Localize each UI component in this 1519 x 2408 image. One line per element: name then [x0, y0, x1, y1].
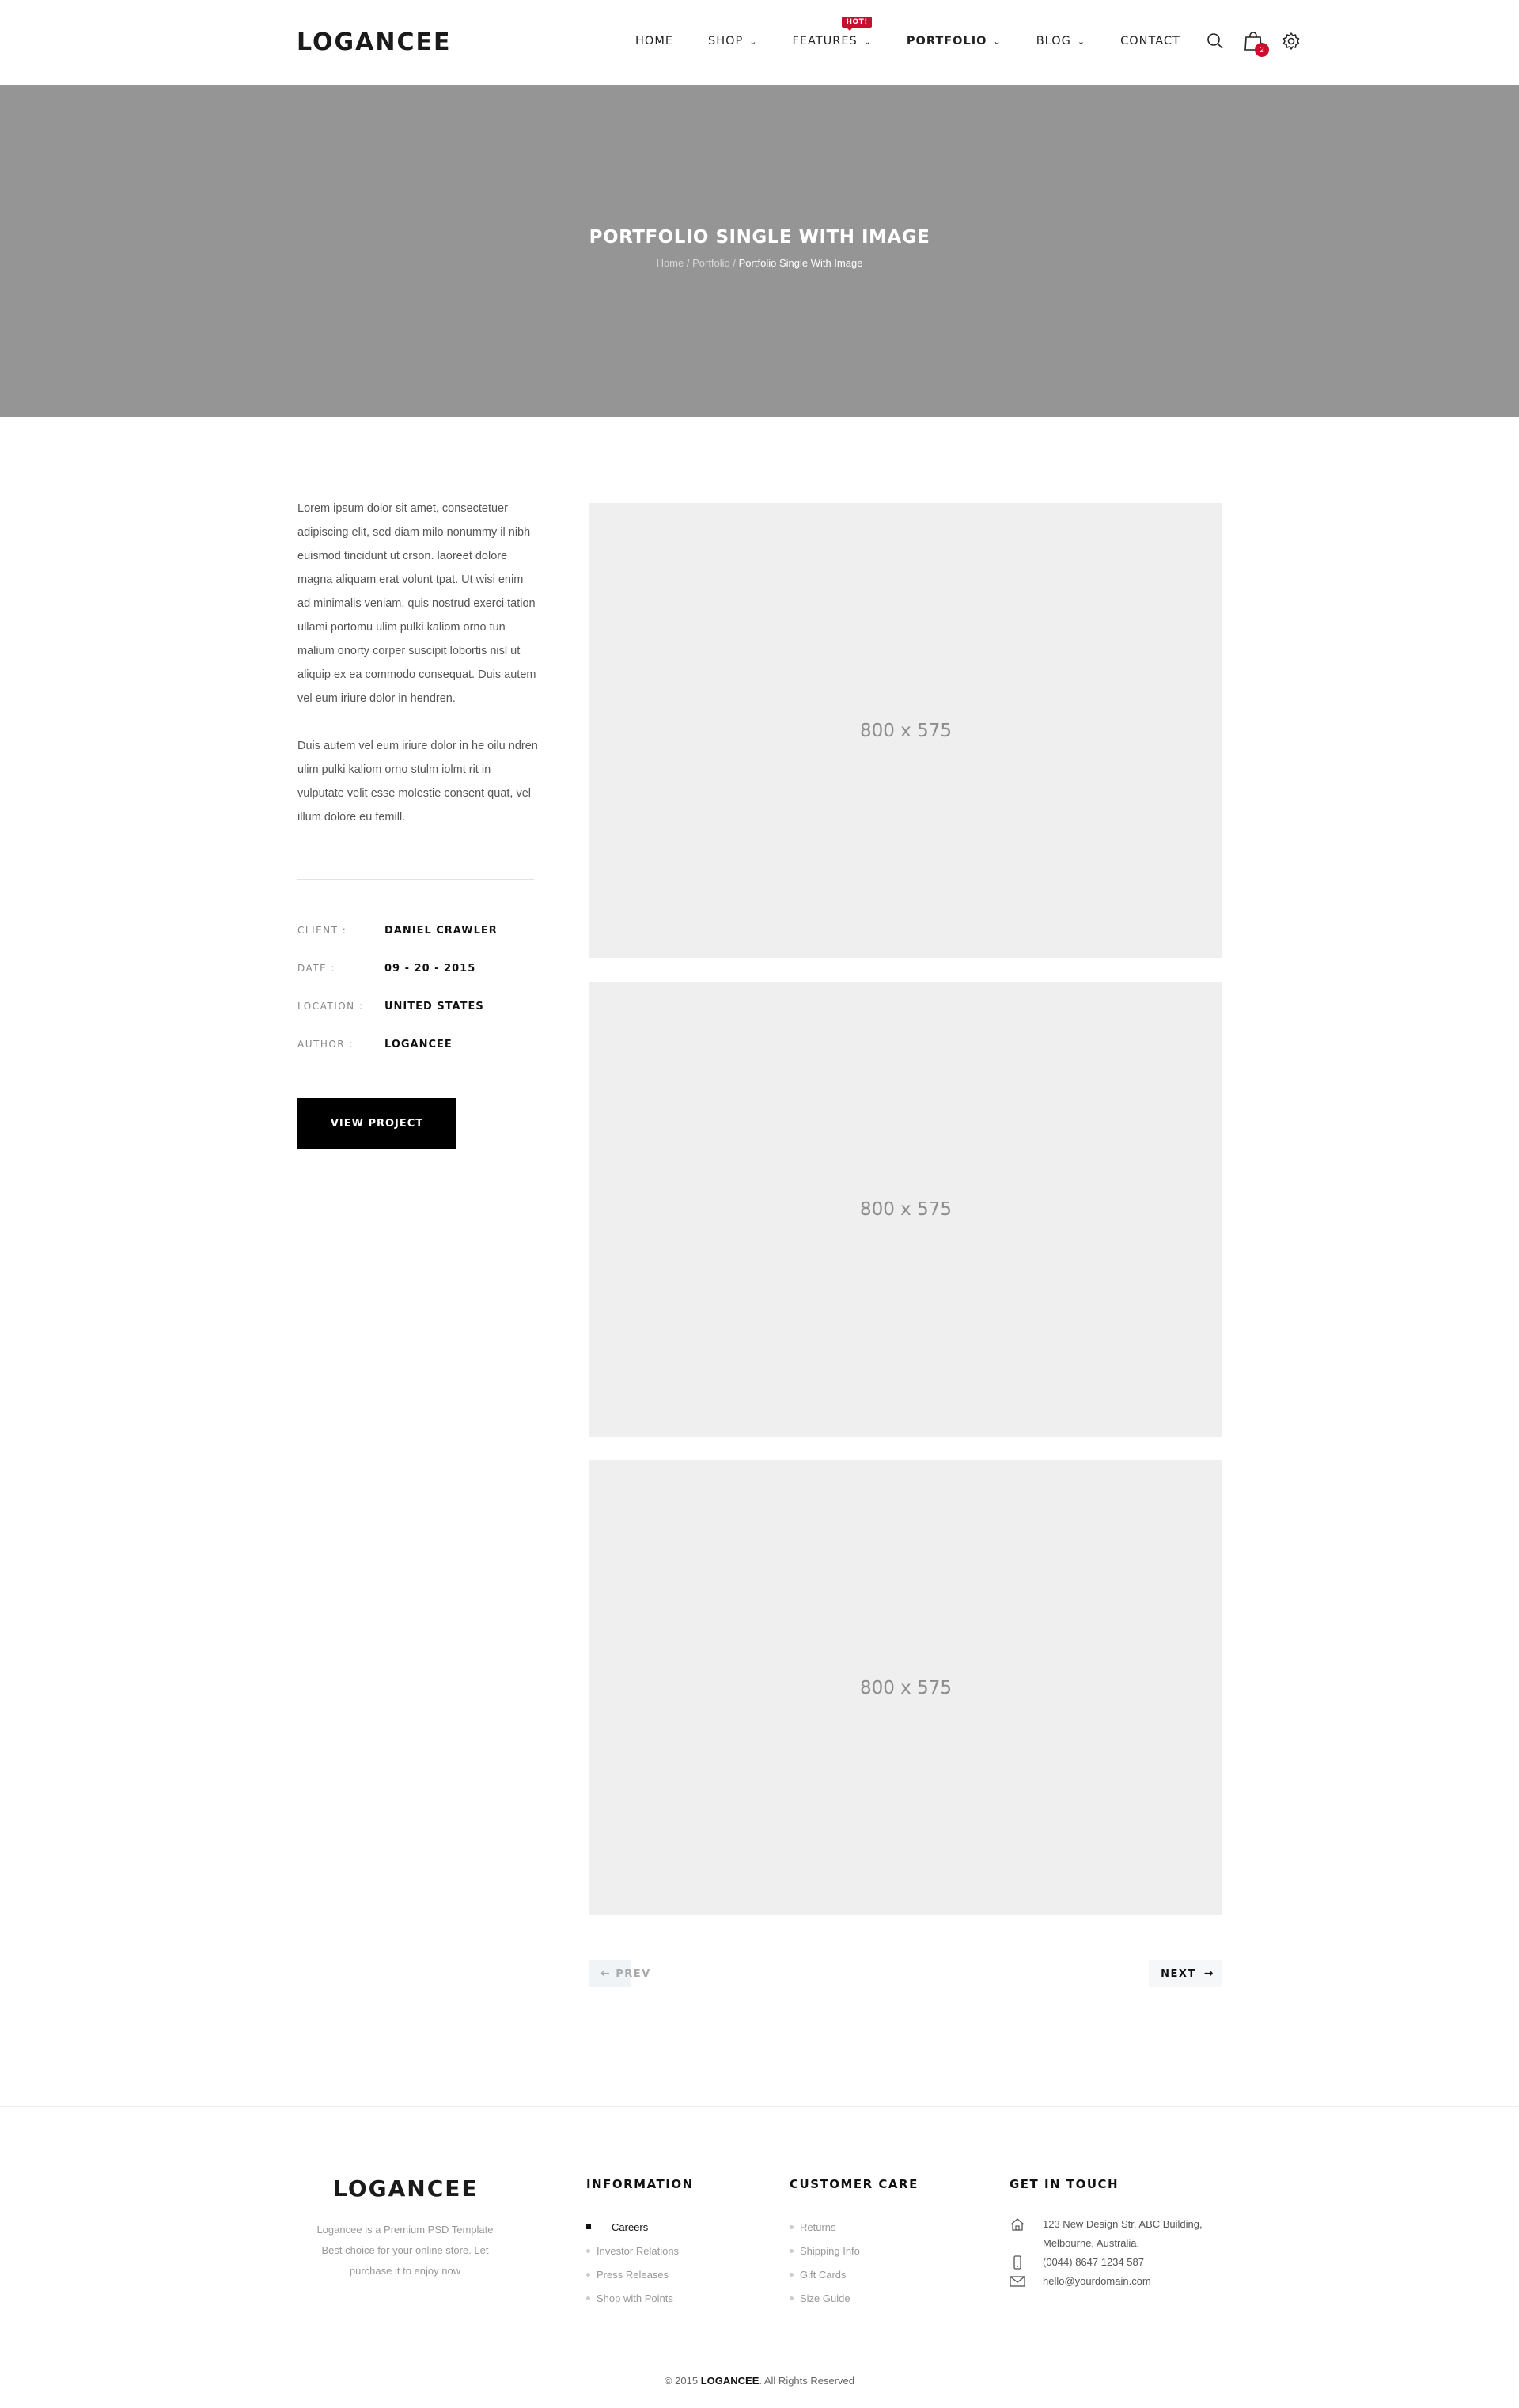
description-paragraph: Duis autem vel eum iriure dolor in he oi… [297, 740, 538, 823]
footer-heading: CUSTOMER CARE [790, 2177, 919, 2191]
phone-number[interactable]: (0044) 8647 1234 587 [1043, 2253, 1144, 2272]
footer-customer-care: CUSTOMER CARE Returns Shipping Info Gift… [790, 2177, 919, 2310]
project-description: Lorem ipsum dolor sit amet, consectetuer… [297, 497, 539, 853]
envelope-icon [1010, 2272, 1043, 2291]
header-actions: 2 [1204, 30, 1318, 57]
site-header: LOGANCEE HOME SHOP ⌄ HOT! FEATURES ⌄ POR… [0, 0, 1519, 85]
divider [297, 879, 534, 880]
contact-address: 123 New Design Str, ABC Building, Melbou… [1010, 2215, 1203, 2253]
footer-contact: GET IN TOUCH 123 New Design Str, ABC Bui… [1010, 2177, 1203, 2291]
meta-value: UNITED STATES [384, 1000, 484, 1013]
meta-label: LOCATION : [297, 1001, 364, 1012]
footer-link-gift-cards[interactable]: Gift Cards [790, 2262, 919, 2286]
breadcrumb-current: Portfolio Single With Image [738, 257, 863, 269]
nav-item-features[interactable]: HOT! FEATURES ⌄ [792, 17, 872, 47]
meta-label: DATE : [297, 963, 336, 974]
footer-heading: INFORMATION [586, 2177, 694, 2191]
cart-count-badge: 2 [1255, 43, 1269, 57]
chevron-down-icon: ⌄ [1077, 36, 1086, 47]
address-line: Melbourne, Australia. [1043, 2237, 1140, 2249]
next-label: NEXT [1161, 1967, 1196, 1980]
meta-value: DANIEL CRAWLER [384, 924, 498, 937]
search-icon[interactable] [1204, 30, 1226, 52]
nav-label: PORTFOLIO [906, 35, 987, 47]
mobile-phone-icon [1010, 2253, 1043, 2272]
meta-value: LOGANCEE [384, 1038, 453, 1051]
meta-row-location: LOCATION : UNITED STATES [297, 987, 498, 1025]
home-icon [1010, 2215, 1043, 2253]
meta-label: CLIENT : [297, 925, 347, 936]
chevron-down-icon: ⌄ [863, 36, 872, 47]
hot-badge: HOT! [842, 17, 872, 31]
email-address[interactable]: hello@yourdomain.com [1043, 2272, 1151, 2291]
contact-phone: (0044) 8647 1234 587 [1010, 2253, 1203, 2272]
meta-row-client: CLIENT : DANIEL CRAWLER [297, 911, 498, 949]
footer-link-investor-relations[interactable]: Investor Relations [586, 2239, 694, 2262]
arrow-right-icon: → [1203, 1967, 1214, 1980]
contact-email: hello@yourdomain.com [1010, 2272, 1203, 2291]
view-project-button[interactable]: VIEW PROJECT [297, 1098, 456, 1149]
nav-item-contact[interactable]: CONTACT [1120, 35, 1180, 47]
main-nav: HOME SHOP ⌄ HOT! FEATURES ⌄ PORTFOLIO ⌄ … [635, 17, 1215, 47]
gear-icon[interactable] [1280, 30, 1302, 52]
footer-information: INFORMATION Careers Investor Relations P… [586, 2177, 694, 2310]
chevron-down-icon: ⌄ [749, 36, 758, 47]
site-logo[interactable]: LOGANCEE [297, 28, 452, 56]
project-image-placeholder: 800 x 575 [589, 503, 1222, 958]
project-image-placeholder: 800 x 575 [589, 1460, 1222, 1915]
project-image-placeholder: 800 x 575 [589, 982, 1222, 1437]
meta-row-author: AUTHOR : LOGANCEE [297, 1025, 498, 1063]
page-banner: PORTFOLIO SINGLE WITH IMAGE Home / Portf… [0, 85, 1519, 417]
footer-link-size-guide[interactable]: Size Guide [790, 2286, 919, 2310]
nav-label: SHOP [708, 35, 744, 47]
shopping-bag-icon[interactable]: 2 [1242, 30, 1269, 57]
breadcrumb-separator: / [684, 257, 693, 269]
nav-item-home[interactable]: HOME [635, 35, 673, 47]
breadcrumb-separator: / [729, 257, 739, 269]
address-line: 123 New Design Str, ABC Building, [1043, 2218, 1203, 2230]
footer-link-shop-with-points[interactable]: Shop with Points [586, 2286, 694, 2310]
footer-logo[interactable]: LOGANCEE [333, 2175, 479, 2202]
nav-label: FEATURES [792, 35, 858, 47]
nav-label: BLOG [1036, 35, 1071, 47]
project-meta: CLIENT : DANIEL CRAWLER DATE : 09 - 20 -… [297, 911, 498, 1063]
nav-label: CONTACT [1120, 35, 1180, 47]
nav-item-blog[interactable]: BLOG ⌄ [1036, 35, 1085, 47]
footer-heading: GET IN TOUCH [1010, 2177, 1119, 2191]
nav-label: HOME [635, 35, 673, 47]
description-paragraph: Lorem ipsum dolor sit amet, consectetuer… [297, 502, 536, 705]
meta-row-date: DATE : 09 - 20 - 2015 [297, 949, 498, 987]
next-project-button[interactable]: NEXT → [1149, 1960, 1222, 1987]
copyright-suffix: . All Rights Reserved [759, 2375, 855, 2387]
breadcrumb-home[interactable]: Home [657, 257, 684, 269]
page-title: PORTFOLIO SINGLE WITH IMAGE [589, 227, 930, 248]
prev-label: PREV [616, 1967, 651, 1980]
nav-item-portfolio[interactable]: PORTFOLIO ⌄ [907, 35, 1002, 47]
footer-link-press-releases[interactable]: Press Releases [586, 2262, 694, 2286]
copyright-prefix: © 2015 [664, 2375, 701, 2387]
arrow-left-icon: ← [600, 1967, 612, 1980]
footer-link-careers[interactable]: Careers [586, 2215, 694, 2239]
nav-item-shop[interactable]: SHOP ⌄ [708, 35, 757, 47]
copyright: © 2015 LOGANCEE. All Rights Reserved [0, 2375, 1519, 2387]
prev-project-button[interactable]: ← PREV [589, 1960, 651, 1987]
meta-value: 09 - 20 - 2015 [384, 962, 476, 975]
breadcrumb-portfolio[interactable]: Portfolio [692, 257, 730, 269]
footer-divider [0, 2106, 1519, 2107]
chevron-down-icon: ⌄ [993, 36, 1002, 47]
footer-link-shipping-info[interactable]: Shipping Info [790, 2239, 919, 2262]
meta-label: AUTHOR : [297, 1039, 354, 1050]
footer-about-text: Logancee is a Premium PSD Template Best … [316, 2224, 494, 2277]
breadcrumb: Home / Portfolio / Portfolio Single With… [0, 257, 1519, 269]
footer-link-returns[interactable]: Returns [790, 2215, 919, 2239]
copyright-brand: LOGANCEE [700, 2375, 760, 2387]
